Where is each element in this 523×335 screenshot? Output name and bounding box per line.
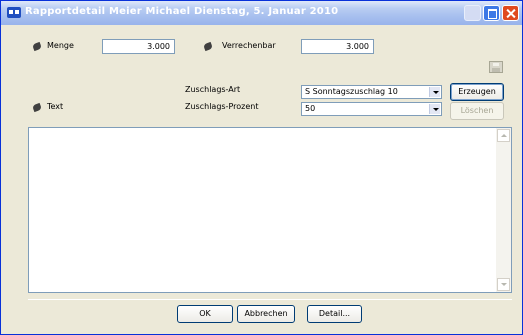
verrechenbar-field[interactable]: 3.000 [301, 39, 374, 54]
minimize-button[interactable] [464, 5, 481, 21]
dialog-window: Rapportdetail Meier Michael Dienstag, 5.… [0, 0, 523, 335]
text-area[interactable] [28, 127, 512, 293]
title-bar[interactable]: Rapportdetail Meier Michael Dienstag, 5.… [1, 1, 522, 25]
chevron-down-icon[interactable] [429, 104, 440, 114]
maximize-button[interactable] [483, 5, 500, 21]
zuschlags-art-label: Zuschlags-Art [185, 85, 241, 94]
text-label: Text [47, 102, 64, 111]
zuschlags-prozent-select[interactable]: 50 [301, 102, 442, 116]
close-button[interactable] [502, 5, 519, 21]
app-icon [7, 7, 21, 18]
menge-label: Menge [47, 41, 74, 50]
menge-field[interactable]: 3.000 [102, 39, 175, 54]
abbrechen-button[interactable]: Abbrechen [237, 305, 295, 323]
zuschlags-prozent-label: Zuschlags-Prozent [185, 102, 259, 111]
window-title: Rapportdetail Meier Michael Dienstag, 5.… [25, 6, 339, 17]
chevron-down-icon[interactable] [429, 87, 440, 97]
zuschlags-art-select[interactable]: S Sonntagszuschlag 10 [301, 85, 442, 99]
verrechenbar-label: Verrechenbar [222, 41, 276, 50]
detail-button[interactable]: Detail... [307, 305, 362, 323]
erzeugen-button[interactable]: Erzeugen [450, 83, 504, 101]
save-icon[interactable] [489, 61, 503, 73]
scroll-down-icon[interactable] [497, 278, 510, 291]
vertical-scrollbar[interactable] [496, 128, 511, 292]
ok-button[interactable]: OK [177, 305, 233, 323]
scroll-up-icon[interactable] [497, 129, 510, 142]
divider [28, 299, 512, 300]
text-leaf-icon [32, 102, 42, 113]
verrechenbar-leaf-icon [203, 41, 213, 52]
zuschlags-art-value: S Sonntagszuschlag 10 [305, 87, 398, 96]
menge-leaf-icon [32, 41, 42, 52]
zuschlags-prozent-value: 50 [305, 104, 316, 113]
loeschen-button: Löschen [450, 102, 504, 120]
